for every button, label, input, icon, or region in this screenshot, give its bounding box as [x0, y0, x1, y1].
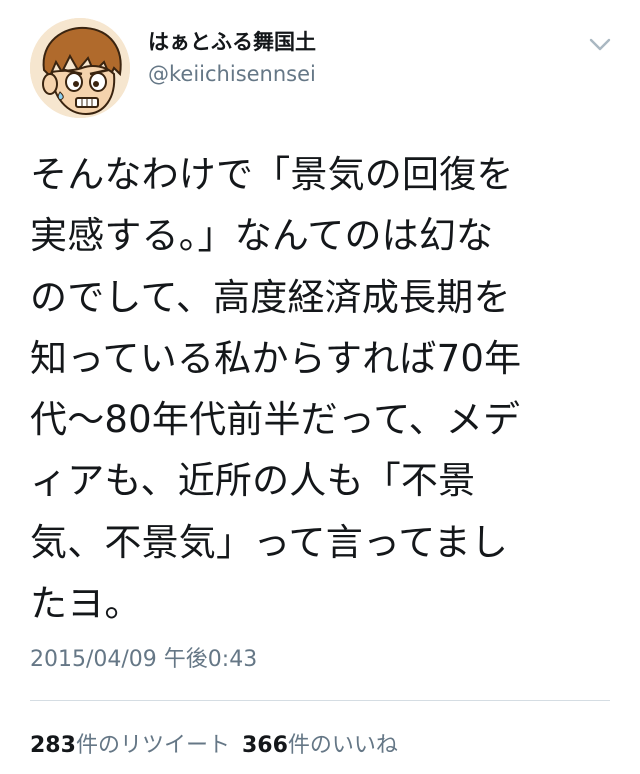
divider	[30, 700, 610, 701]
tweet-timestamp[interactable]: 2015/04/09 午後0:43	[30, 641, 257, 673]
display-name[interactable]: はぁとふる舞国土	[148, 26, 316, 56]
tweet-card: はぁとふる舞国土 @keiichisennsei そんなわけで「景気の回復を 実…	[0, 0, 640, 774]
retweet-stat[interactable]: 283件のリツイート	[30, 733, 230, 758]
tweet-text: そんなわけで「景気の回復を 実感する。」なんてのは幻な のでして、高度経済成長期…	[30, 153, 522, 626]
like-label: 件のいいね	[287, 733, 398, 758]
chevron-down-icon[interactable]	[584, 28, 616, 60]
like-count: 366	[241, 733, 288, 758]
retweet-label: 件のリツイート	[75, 733, 230, 758]
avatar-illustration	[30, 18, 130, 118]
retweet-count: 283	[30, 733, 76, 758]
user-handle[interactable]: @keiichisennsei	[148, 62, 316, 86]
tweet-stats: 283件のリツイート 366件のいいね	[30, 727, 398, 759]
avatar[interactable]	[30, 18, 130, 118]
like-stat[interactable]: 366件のいいね	[242, 733, 398, 758]
